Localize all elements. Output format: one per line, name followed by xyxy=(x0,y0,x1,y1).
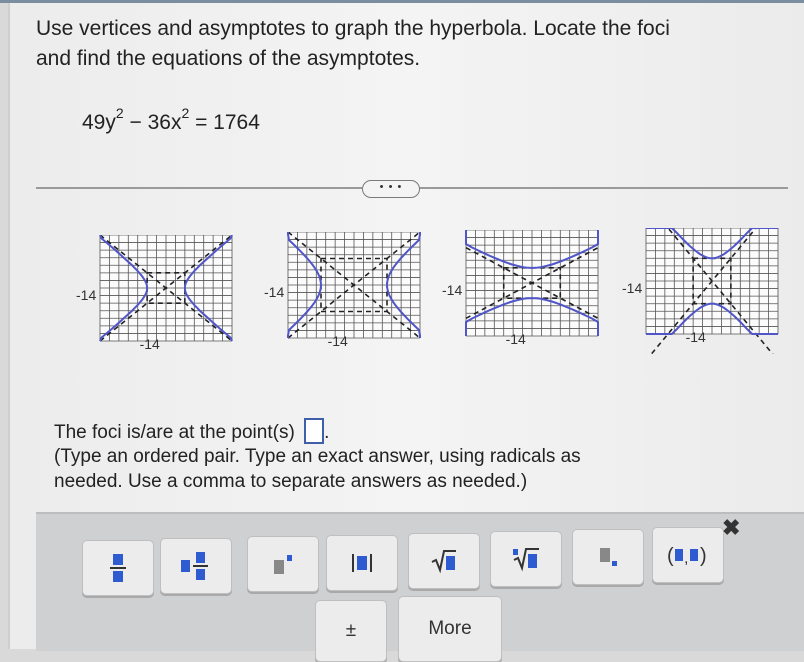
mixed-number-button[interactable] xyxy=(160,538,232,594)
exponent-button[interactable] xyxy=(247,536,319,592)
graph-svg: -14 -14 xyxy=(622,228,779,354)
absolute-value-icon xyxy=(352,554,372,572)
eq-rhs: = 1764 xyxy=(189,111,260,134)
eq-exp-2: 2 xyxy=(181,105,190,121)
expand-button[interactable]: • • • xyxy=(362,180,420,198)
x-axis-min-label: -14 xyxy=(622,280,642,296)
nth-root-icon xyxy=(513,548,539,572)
foci-prompt: The foci is/are at the point(s) . xyxy=(54,418,330,446)
fraction-button[interactable] xyxy=(82,540,154,596)
eq-term-1: 49y xyxy=(82,111,116,134)
absolute-value-button[interactable] xyxy=(326,535,398,591)
instruction-line-1: (Type an ordered pair. Type an exact ans… xyxy=(54,446,581,467)
plus-minus-button[interactable]: ± xyxy=(315,600,387,662)
subscript-icon xyxy=(600,548,617,566)
graph-svg: -14 -14 xyxy=(264,232,421,349)
graph-option-c[interactable]: -14 -14 xyxy=(440,230,602,356)
equation: 49y2 − 36x2 = 1764 xyxy=(82,105,260,135)
question-line-2: and find the equations of the asymptotes… xyxy=(36,47,421,70)
question-text: Use vertices and asymptotes to graph the… xyxy=(36,14,776,74)
exponent-icon xyxy=(274,555,292,574)
divider-right xyxy=(418,187,788,189)
graph-option-d[interactable]: -14 -14 xyxy=(620,228,782,354)
eq-exp-1: 2 xyxy=(115,105,124,121)
plus-minus-icon: ± xyxy=(345,620,357,641)
mixed-number-icon xyxy=(181,552,208,580)
graph-svg: -14 -14 xyxy=(442,230,599,347)
svg-text:): ) xyxy=(700,545,707,567)
fraction-icon xyxy=(110,554,126,582)
svg-text:,: , xyxy=(684,550,688,567)
x-axis-min-label: -14 xyxy=(442,282,462,298)
x-axis-min-label: -14 xyxy=(264,284,284,300)
divider-left xyxy=(36,187,362,189)
more-label: More xyxy=(428,618,472,639)
subscript-button[interactable] xyxy=(572,529,644,585)
question-line-1: Use vertices and asymptotes to graph the… xyxy=(36,17,670,40)
ordered-pair-icon: (,) xyxy=(667,545,707,567)
foci-input[interactable] xyxy=(304,418,325,444)
graph-svg: -14 -14 xyxy=(76,235,233,352)
graph-option-a[interactable]: -14 -14 xyxy=(74,235,236,361)
close-palette-icon[interactable]: ✖ xyxy=(722,515,740,541)
y-axis-min-label: -14 xyxy=(686,329,706,345)
foci-label: The foci is/are at the point(s) xyxy=(54,422,295,444)
square-root-icon xyxy=(431,550,456,574)
y-axis-min-label: -14 xyxy=(328,333,348,349)
eq-term-2: − 36x xyxy=(123,111,182,134)
svg-text:(: ( xyxy=(667,545,674,567)
more-button[interactable]: More xyxy=(398,596,502,662)
square-root-button[interactable] xyxy=(408,533,480,589)
graph-option-b[interactable]: -14 -14 xyxy=(262,232,424,358)
instructions: (Type an ordered pair. Type an exact ans… xyxy=(54,444,754,494)
instruction-line-2: needed. Use a comma to separate answers … xyxy=(54,471,528,492)
x-axis-min-label: -14 xyxy=(76,287,96,303)
y-axis-min-label: -14 xyxy=(506,331,526,347)
ordered-pair-button[interactable]: (,) xyxy=(652,527,724,583)
period: . xyxy=(324,422,330,444)
nth-root-button[interactable] xyxy=(490,531,562,587)
y-axis-min-label: -14 xyxy=(140,336,160,352)
